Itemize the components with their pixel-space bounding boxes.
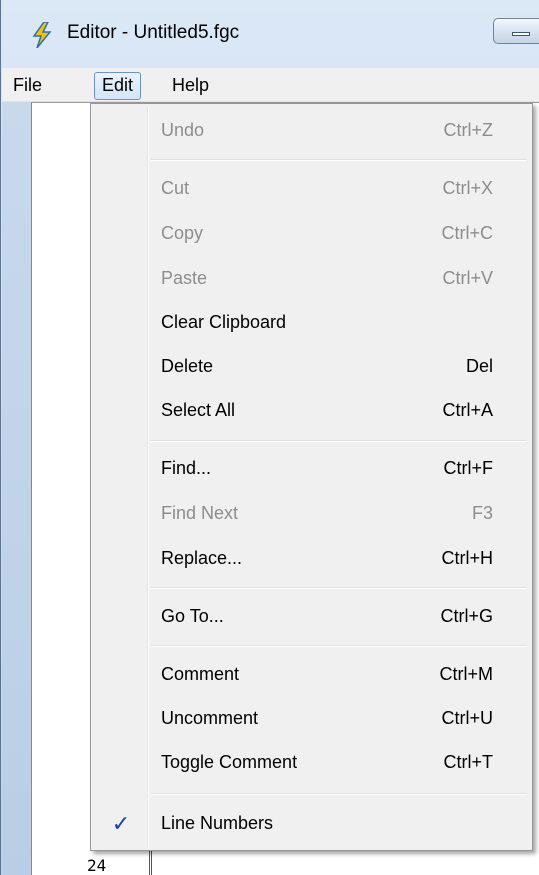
menu-item-shortcut: Ctrl+T bbox=[443, 752, 494, 772]
menu-edit[interactable]: Edit bbox=[94, 72, 142, 100]
menu-item-label: Replace... bbox=[161, 548, 243, 568]
menu-item-label: Uncomment bbox=[161, 708, 259, 728]
menu-item-label: Toggle Comment bbox=[161, 752, 298, 772]
menu-separator bbox=[151, 159, 527, 161]
menu-item-select-all[interactable]: Select All Ctrl+A bbox=[93, 391, 530, 431]
lightning-bolt-icon bbox=[32, 22, 52, 48]
menu-item-shortcut: Ctrl+V bbox=[442, 268, 493, 288]
menu-item-replace[interactable]: Replace... Ctrl+H bbox=[93, 539, 530, 579]
menu-item-label: Line Numbers bbox=[161, 813, 274, 833]
menu-item-undo[interactable]: Undo Ctrl+Z bbox=[93, 111, 530, 151]
menu-item-uncomment[interactable]: Uncomment Ctrl+U bbox=[93, 699, 530, 739]
menu-item-paste[interactable]: Paste Ctrl+V bbox=[93, 259, 530, 299]
menu-item-shortcut: Ctrl+Z bbox=[443, 120, 494, 140]
menu-item-label: Paste bbox=[161, 268, 208, 288]
menu-item-label: Copy bbox=[161, 223, 204, 243]
menu-separator bbox=[151, 645, 527, 647]
menu-item-shortcut: F3 bbox=[471, 503, 493, 523]
minimize-button[interactable] bbox=[493, 18, 539, 44]
menu-item-shortcut: Ctrl+U bbox=[441, 708, 493, 728]
minimize-icon bbox=[512, 32, 530, 36]
menu-separator bbox=[151, 440, 527, 442]
menu-help[interactable]: Help bbox=[166, 73, 215, 99]
window-left-border bbox=[2, 102, 31, 875]
menu-item-line-numbers[interactable]: ✓ Line Numbers bbox=[93, 804, 530, 844]
menu-item-clear-clipboard[interactable]: Clear Clipboard bbox=[93, 303, 530, 343]
menu-item-shortcut: Ctrl+H bbox=[441, 548, 493, 568]
menu-item-find[interactable]: Find... Ctrl+F bbox=[93, 449, 530, 489]
menu-item-toggle-comment[interactable]: Toggle Comment Ctrl+T bbox=[93, 743, 530, 783]
line-number: 24 bbox=[87, 856, 107, 875]
menu-item-shortcut: Del bbox=[465, 356, 493, 376]
menu-item-shortcut: Ctrl+G bbox=[440, 606, 493, 626]
menu-item-shortcut: Ctrl+X bbox=[442, 178, 493, 198]
menu-item-comment[interactable]: Comment Ctrl+M bbox=[93, 655, 530, 695]
edit-menu-dropdown: Undo Ctrl+Z Cut Ctrl+X Copy Ctrl+C Paste… bbox=[90, 103, 533, 851]
menu-file[interactable]: File bbox=[7, 73, 48, 99]
menu-item-cut[interactable]: Cut Ctrl+X bbox=[93, 169, 530, 209]
menu-item-shortcut: Ctrl+F bbox=[443, 458, 494, 478]
window-title: Editor - Untitled5.fgc bbox=[67, 22, 240, 43]
gutter-divider bbox=[149, 850, 152, 875]
menu-item-label: Select All bbox=[161, 400, 236, 420]
menu-bar: File Edit Help bbox=[2, 68, 539, 102]
menu-separator bbox=[151, 793, 527, 795]
menu-item-label: Cut bbox=[161, 178, 190, 198]
menu-item-label: Go To... bbox=[161, 606, 224, 626]
menu-item-label: Find... bbox=[161, 458, 212, 478]
menu-item-label: Find Next bbox=[161, 503, 239, 523]
menu-item-shortcut: Ctrl+C bbox=[441, 223, 493, 243]
menu-item-shortcut: Ctrl+M bbox=[439, 664, 494, 684]
menu-item-label: Comment bbox=[161, 664, 240, 684]
menu-item-label: Clear Clipboard bbox=[161, 312, 287, 332]
menu-item-label: Delete bbox=[161, 356, 214, 376]
menu-item-shortcut: Ctrl+A bbox=[442, 400, 493, 420]
menu-separator bbox=[151, 587, 527, 589]
menu-item-label: Undo bbox=[161, 120, 205, 140]
menu-item-copy[interactable]: Copy Ctrl+C bbox=[93, 214, 530, 254]
menu-item-delete[interactable]: Delete Del bbox=[93, 347, 530, 387]
menu-item-find-next[interactable]: Find Next F3 bbox=[93, 494, 530, 534]
checkmark-icon: ✓ bbox=[111, 811, 131, 836]
menu-item-go-to[interactable]: Go To... Ctrl+G bbox=[93, 597, 530, 637]
title-bar: Editor - Untitled5.fgc bbox=[1, 0, 539, 68]
editor-window: Editor - Untitled5.fgc File Edit Help 24… bbox=[0, 0, 539, 875]
